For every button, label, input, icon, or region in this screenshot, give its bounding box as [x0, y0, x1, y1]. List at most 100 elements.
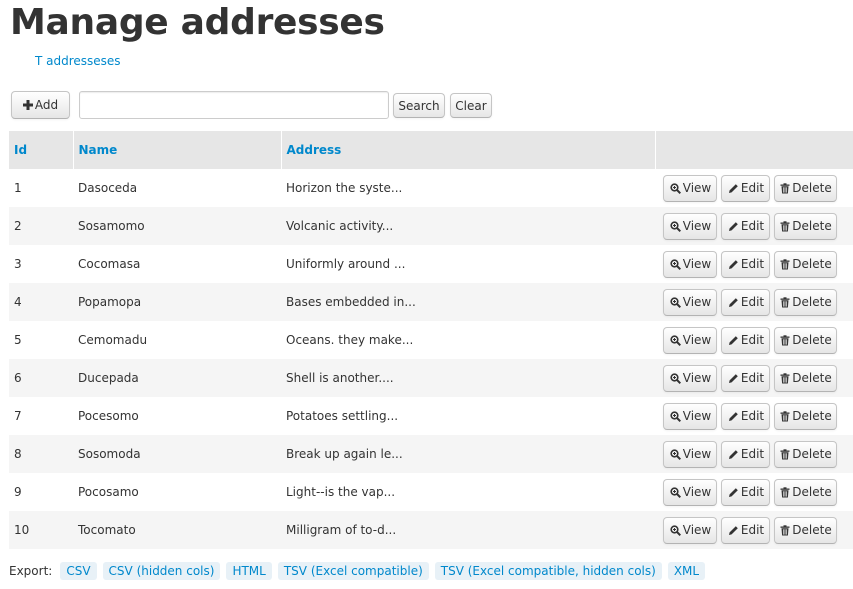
export-link-xml[interactable]: XML	[667, 562, 706, 580]
zoom-in-icon	[670, 220, 681, 232]
table-row: 1 Dasoceda Horizon the syste... View Edit Del…	[9, 169, 853, 207]
edit-button[interactable]: Edit	[721, 478, 770, 506]
view-button[interactable]: View	[663, 440, 717, 468]
zoom-in-icon	[670, 182, 681, 194]
trash-icon	[780, 372, 790, 384]
export-link-csv-hidden-cols[interactable]: CSV (hidden cols)	[102, 562, 221, 580]
edit-button[interactable]: Edit	[721, 440, 770, 468]
delete-button[interactable]: Delete	[774, 288, 837, 316]
view-button[interactable]: View	[663, 364, 717, 392]
cell-actions: View Edit Delete	[655, 207, 853, 245]
cell-address: Volcanic activity...	[281, 207, 655, 245]
trash-icon	[780, 524, 790, 536]
cell-address: Uniformly around ...	[281, 245, 655, 283]
column-header-id[interactable]: Id	[9, 131, 73, 169]
clear-button[interactable]: Clear	[450, 93, 492, 118]
cell-name: Ducepada	[73, 359, 281, 397]
view-button[interactable]: View	[663, 326, 717, 354]
cell-actions: View Edit Delete	[655, 511, 853, 549]
export-link-tsv-hidden-cols[interactable]: TSV (Excel compatible, hidden cols)	[434, 562, 662, 580]
view-button[interactable]: View	[663, 288, 717, 316]
delete-button[interactable]: Delete	[774, 478, 837, 506]
export-bar: Export: CSV CSV (hidden cols) HTML TSV (…	[9, 562, 711, 580]
delete-button[interactable]: Delete	[774, 364, 837, 392]
delete-button[interactable]: Delete	[774, 516, 837, 544]
delete-button[interactable]: Delete	[774, 402, 837, 430]
export-link-csv[interactable]: CSV	[60, 562, 97, 580]
cell-name: Pocosamo	[73, 473, 281, 511]
edit-button[interactable]: Edit	[721, 250, 770, 278]
table-row: 8 Sosomoda Break up again le... View Edit Del…	[9, 435, 853, 473]
view-button-label: View	[682, 181, 712, 195]
view-button[interactable]: View	[663, 212, 717, 240]
edit-button[interactable]: Edit	[721, 402, 770, 430]
add-button-label: Add	[34, 98, 59, 112]
edit-button-label: Edit	[740, 295, 765, 309]
column-header-address[interactable]: Address	[280, 131, 655, 169]
zoom-in-icon	[670, 258, 681, 270]
view-button[interactable]: View	[663, 174, 717, 202]
cell-actions: View Edit Delete	[655, 245, 853, 283]
edit-button[interactable]: Edit	[721, 212, 770, 240]
delete-button-label: Delete	[792, 219, 832, 233]
cell-address: Potatoes settling...	[281, 397, 655, 435]
edit-button[interactable]: Edit	[721, 364, 770, 392]
zoom-in-icon	[670, 486, 681, 498]
edit-button[interactable]: Edit	[721, 326, 770, 354]
edit-button[interactable]: Edit	[721, 516, 770, 544]
cell-name: Sosamomo	[73, 207, 281, 245]
pencil-icon	[728, 525, 739, 536]
zoom-in-icon	[670, 524, 681, 536]
addresses-table: Id Name Address 1 Dasoceda Horizon the sys…	[9, 131, 853, 549]
delete-button-label: Delete	[792, 523, 832, 537]
view-button-label: View	[682, 371, 712, 385]
trash-icon	[780, 182, 790, 194]
table-row: 3 Cocomasa Uniformly around ... View Edit Del…	[9, 245, 853, 283]
table-body: 1 Dasoceda Horizon the syste... View Edit Del…	[9, 169, 853, 549]
edit-button-label: Edit	[740, 447, 765, 461]
cell-actions: View Edit Delete	[655, 359, 853, 397]
search-input[interactable]	[79, 91, 389, 119]
delete-button[interactable]: Delete	[774, 326, 837, 354]
pencil-icon	[728, 221, 739, 232]
cell-name: Tocomato	[73, 511, 281, 549]
column-header-actions	[654, 131, 853, 169]
edit-button[interactable]: Edit	[721, 288, 770, 316]
view-button[interactable]: View	[663, 478, 717, 506]
zoom-in-icon	[670, 334, 681, 346]
breadcrumb-link[interactable]: T addresseses	[35, 54, 121, 68]
view-button[interactable]: View	[663, 516, 717, 544]
view-button-label: View	[682, 523, 712, 537]
export-link-html[interactable]: HTML	[226, 562, 272, 580]
trash-icon	[780, 334, 790, 346]
cell-address: Oceans. they make...	[281, 321, 655, 359]
search-button[interactable]: Search	[393, 93, 445, 118]
toolbar: Add Search Clear	[11, 91, 511, 119]
export-link-tsv[interactable]: TSV (Excel compatible)	[277, 562, 429, 580]
delete-button[interactable]: Delete	[774, 174, 837, 202]
delete-button-label: Delete	[792, 257, 832, 271]
cell-id: 5	[9, 321, 73, 359]
column-header-name[interactable]: Name	[72, 131, 281, 169]
delete-button-label: Delete	[792, 295, 832, 309]
cell-name: Cocomasa	[73, 245, 281, 283]
cell-address: Break up again le...	[281, 435, 655, 473]
delete-button[interactable]: Delete	[774, 250, 837, 278]
view-button[interactable]: View	[663, 250, 717, 278]
delete-button-label: Delete	[792, 447, 832, 461]
add-button[interactable]: Add	[11, 91, 70, 119]
cell-address: Light--is the vap...	[281, 473, 655, 511]
cell-name: Sosomoda	[73, 435, 281, 473]
plus-icon	[22, 100, 33, 110]
delete-button-label: Delete	[792, 371, 832, 385]
table-header-row: Id Name Address	[9, 131, 853, 169]
trash-icon	[780, 258, 790, 270]
pencil-icon	[728, 373, 739, 384]
edit-button-label: Edit	[740, 523, 765, 537]
cell-address: Bases embedded in...	[281, 283, 655, 321]
edit-button[interactable]: Edit	[721, 174, 770, 202]
trash-icon	[780, 448, 790, 460]
delete-button[interactable]: Delete	[774, 440, 837, 468]
view-button[interactable]: View	[663, 402, 717, 430]
delete-button[interactable]: Delete	[774, 212, 837, 240]
